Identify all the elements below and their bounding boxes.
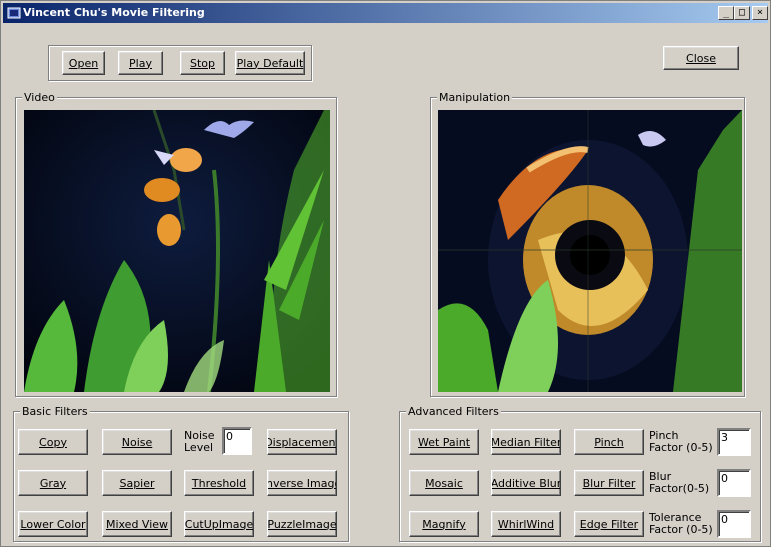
play-default-button-label: Play Default	[236, 56, 304, 70]
median-filter-button-label: Median Filter	[491, 435, 561, 449]
mixed-view-button[interactable]: Mixed View	[102, 511, 172, 537]
pinch-button-label: Pinch	[594, 435, 624, 449]
puzzle-image-button[interactable]: PuzzleImage	[267, 511, 337, 537]
open-button-label: Open	[68, 56, 99, 70]
gray-button-label: Gray	[39, 476, 67, 490]
stop-button[interactable]: Stop	[180, 51, 225, 75]
aquarium-video-image	[24, 110, 330, 392]
blur-filter-button[interactable]: Blur Filter	[574, 470, 644, 496]
wet-paint-button-label: Wet Paint	[417, 435, 471, 449]
pinch-button[interactable]: Pinch	[574, 429, 644, 455]
play-button-label: Play	[129, 56, 152, 70]
play-button[interactable]: Play	[118, 51, 163, 75]
gray-button[interactable]: Gray	[18, 470, 88, 496]
noise-button[interactable]: Noise	[102, 429, 172, 455]
close-window-button[interactable]: ×	[752, 6, 768, 20]
edge-filter-button-label: Edge Filter	[579, 517, 639, 531]
window-title: Vincent Chu's Movie Filtering	[23, 6, 205, 19]
maximize-button[interactable]: □	[734, 6, 750, 20]
copy-button[interactable]: Copy	[18, 429, 88, 455]
app-window: Vincent Chu's Movie Filtering _ □ × Open…	[0, 0, 771, 547]
sapier-button-label: Sapier	[119, 476, 155, 490]
sapier-button[interactable]: Sapier	[102, 470, 172, 496]
cutup-image-button-label: CutUpImage	[184, 517, 254, 531]
close-button[interactable]: Close	[663, 46, 739, 70]
blur-factor-label: Blur Factor(0-5)	[649, 470, 710, 495]
video-frame	[24, 110, 330, 392]
lower-color-button-label: Lower Color	[20, 517, 86, 531]
additive-blur-button[interactable]: Additive Blur	[491, 470, 561, 496]
mosaic-button[interactable]: Mosaic	[409, 470, 479, 496]
blur-factor-input[interactable]: 0	[717, 469, 751, 497]
noise-level-label: Noise Level	[184, 429, 215, 454]
cutup-image-button[interactable]: CutUpImage	[184, 511, 254, 537]
pinch-factor-label: Pinch Factor (0-5)	[649, 429, 713, 454]
tolerance-factor-input[interactable]: 0	[717, 510, 751, 538]
blur-filter-button-label: Blur Filter	[582, 476, 636, 490]
noise-button-label: Noise	[121, 435, 153, 449]
additive-blur-button-label: Additive Blur	[491, 476, 561, 490]
mosaic-button-label: Mosaic	[425, 476, 463, 490]
noise-level-input[interactable]: 0	[222, 427, 252, 455]
play-default-button[interactable]: Play Default	[235, 51, 305, 75]
manipulation-frame	[438, 110, 742, 392]
puzzle-image-button-label: PuzzleImage	[267, 517, 337, 531]
displacement-button-label: Displacement	[267, 435, 337, 449]
inverse-image-button[interactable]: Inverse Image	[267, 470, 337, 496]
wet-paint-button[interactable]: Wet Paint	[409, 429, 479, 455]
pinch-factor-input[interactable]: 3	[717, 428, 751, 456]
video-group-label: Video	[22, 91, 57, 104]
manipulation-group-label: Manipulation	[437, 91, 513, 104]
copy-button-label: Copy	[39, 435, 67, 449]
tolerance-factor-label: Tolerance Factor (0-5)	[649, 511, 713, 536]
mixed-view-button-label: Mixed View	[105, 517, 169, 531]
basic-filters-label: Basic Filters	[20, 405, 90, 418]
displacement-button[interactable]: Displacement	[267, 429, 337, 455]
median-filter-button[interactable]: Median Filter	[491, 429, 561, 455]
magnify-button[interactable]: Magnify	[409, 511, 479, 537]
inverse-image-button-label: Inverse Image	[267, 476, 336, 490]
open-button[interactable]: Open	[62, 51, 105, 75]
minimize-button[interactable]: _	[718, 6, 734, 20]
app-icon	[7, 7, 21, 19]
whirlwind-button-label: WhirlWind	[497, 517, 555, 531]
stop-button-label: Stop	[189, 56, 215, 70]
title-bar[interactable]: Vincent Chu's Movie Filtering _ □ ×	[3, 3, 768, 23]
close-button-label: Close	[686, 51, 716, 65]
lower-color-button[interactable]: Lower Color	[18, 511, 88, 537]
manipulated-video-image	[438, 110, 742, 392]
whirlwind-button[interactable]: WhirlWind	[491, 511, 561, 537]
threshold-button[interactable]: Threshold	[184, 470, 254, 496]
magnify-button-label: Magnify	[422, 517, 466, 531]
advanced-filters-label: Advanced Filters	[406, 405, 501, 418]
threshold-button-label: Threshold	[191, 476, 247, 490]
edge-filter-button[interactable]: Edge Filter	[574, 511, 644, 537]
